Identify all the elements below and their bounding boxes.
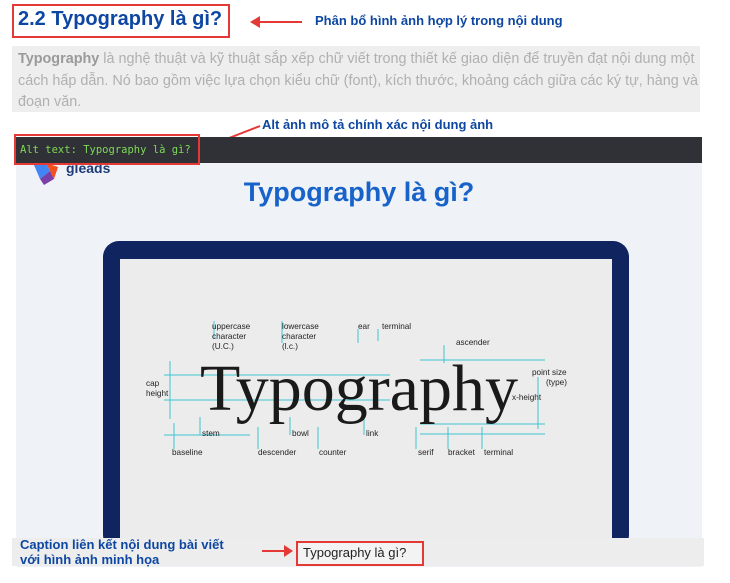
label-x-height: x-height	[512, 393, 542, 402]
label-cap: cap	[146, 379, 160, 388]
image-title: Typography là gì?	[243, 177, 475, 207]
label-uc: (U.C.)	[212, 342, 234, 351]
annotation-caption-line2: với hình ảnh minh họa	[20, 552, 160, 567]
label-point-size-type: (type)	[546, 378, 567, 387]
arrow-left-icon	[250, 16, 302, 28]
label-lc: (l.c.)	[282, 342, 298, 351]
label-bowl: bowl	[292, 429, 309, 438]
typography-word: Typography	[200, 352, 518, 425]
label-lowercase: lowercase	[282, 322, 319, 331]
annotation-alt-text: Alt ảnh mô tả chính xác nội dung ảnh	[262, 117, 494, 132]
intro-body-text: là nghệ thuật và kỹ thuật sắp xếp chữ vi…	[18, 51, 698, 110]
label-bracket: bracket	[448, 448, 476, 457]
label-descender: descender	[258, 448, 297, 457]
label-uppercase-character: character	[212, 332, 246, 341]
annotation-caption-line1: Caption liên kết nội dung bài viết	[20, 537, 224, 552]
section-heading: 2.2 Typography là gì?	[18, 8, 223, 30]
page-margin	[716, 0, 730, 583]
label-ear: ear	[358, 322, 370, 331]
label-lowercase-character: character	[282, 332, 316, 341]
label-uppercase: uppercase	[212, 322, 251, 331]
label-counter: counter	[319, 448, 347, 457]
label-baseline: baseline	[172, 448, 203, 457]
label-terminal-top: terminal	[382, 322, 411, 331]
label-serif: serif	[418, 448, 434, 457]
label-stem: stem	[202, 429, 220, 438]
label-height: height	[146, 389, 169, 398]
label-link: link	[366, 429, 379, 438]
arrow-right-icon	[262, 545, 293, 557]
label-ascender: ascender	[456, 338, 490, 347]
annotation-image-placement: Phân bổ hình ảnh hợp lý trong nội dung	[315, 13, 563, 28]
label-point-size: point size	[532, 368, 567, 377]
intro-paragraph-block: Typography là nghệ thuật và kỹ thuật sắp…	[12, 46, 700, 112]
typography-anatomy-diagram: Typography uppercase character (U.C.) lo…	[146, 321, 567, 457]
annotation-caption: Caption liên kết nội dung bài viết với h…	[20, 537, 224, 567]
intro-paragraph: Typography là nghệ thuật và kỹ thuật sắp…	[18, 49, 698, 114]
image-caption: Typography là gì?	[303, 545, 407, 560]
label-terminal-bottom: terminal	[484, 448, 513, 457]
alt-highlight-box	[14, 134, 200, 165]
intro-bold-word: Typography	[18, 51, 100, 67]
